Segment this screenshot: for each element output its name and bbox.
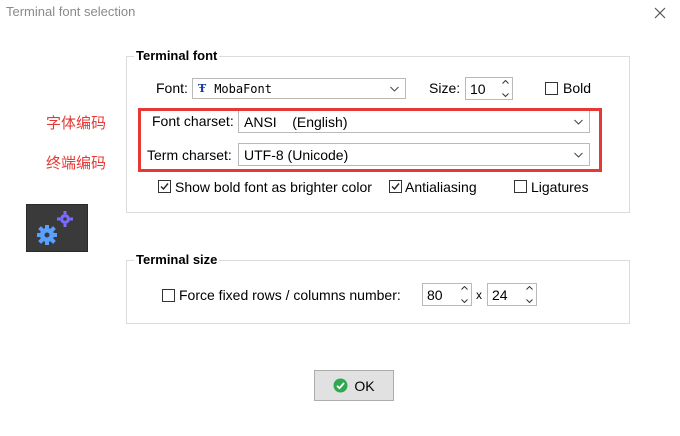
gears-icon — [26, 204, 88, 252]
rows-value: 24 — [492, 286, 508, 303]
stepper-up-icon[interactable] — [525, 286, 533, 290]
size-value: 10 — [470, 80, 486, 97]
chevron-down-icon — [390, 86, 399, 91]
bold-checkbox[interactable] — [545, 82, 558, 95]
antialiasing-checkbox[interactable] — [389, 180, 402, 193]
term-charset-annotation: 终端编码 — [46, 154, 107, 172]
size-stepper[interactable]: 10 — [465, 77, 513, 100]
antialiasing-label: Antialiasing — [405, 179, 477, 195]
checkmark-icon — [391, 183, 400, 191]
font-select[interactable]: Ŧ MobaFont — [192, 78, 406, 99]
font-charset-annotation: 字体编码 — [46, 114, 107, 132]
columns-stepper[interactable]: 80 — [422, 283, 472, 306]
font-select-value: MobaFont — [214, 81, 272, 96]
size-separator: x — [476, 288, 482, 302]
charset-highlight-box — [138, 108, 602, 172]
ligatures-checkbox[interactable] — [514, 180, 527, 193]
stepper-up-icon[interactable] — [501, 80, 509, 84]
terminal-size-title: Terminal size — [134, 252, 220, 267]
ligatures-label: Ligatures — [531, 179, 589, 195]
rows-stepper[interactable]: 24 — [487, 283, 537, 306]
font-label: Font: — [156, 80, 188, 96]
truetype-icon: Ŧ — [198, 82, 207, 95]
ok-button[interactable]: OK — [314, 370, 394, 401]
stepper-down-icon[interactable] — [460, 299, 468, 303]
checkmark-icon — [160, 183, 169, 191]
size-label: Size: — [429, 80, 461, 96]
force-fixed-label: Force fixed rows / columns number: — [179, 287, 401, 303]
close-button[interactable] — [648, 2, 672, 24]
title-bar: Terminal font selection — [0, 0, 680, 28]
ok-label: OK — [354, 377, 375, 394]
close-icon — [654, 7, 666, 19]
window-title: Terminal font selection — [6, 4, 136, 19]
show-bold-checkbox[interactable] — [158, 180, 171, 193]
stepper-down-icon[interactable] — [501, 93, 509, 97]
check-circle-icon — [333, 378, 348, 393]
stepper-down-icon[interactable] — [525, 299, 533, 303]
columns-value: 80 — [427, 286, 443, 303]
force-fixed-checkbox[interactable] — [162, 289, 175, 302]
bold-label: Bold — [563, 80, 592, 96]
stepper-up-icon[interactable] — [460, 286, 468, 290]
show-bold-label: Show bold font as brighter color — [175, 179, 372, 195]
terminal-font-title: Terminal font — [134, 48, 220, 63]
